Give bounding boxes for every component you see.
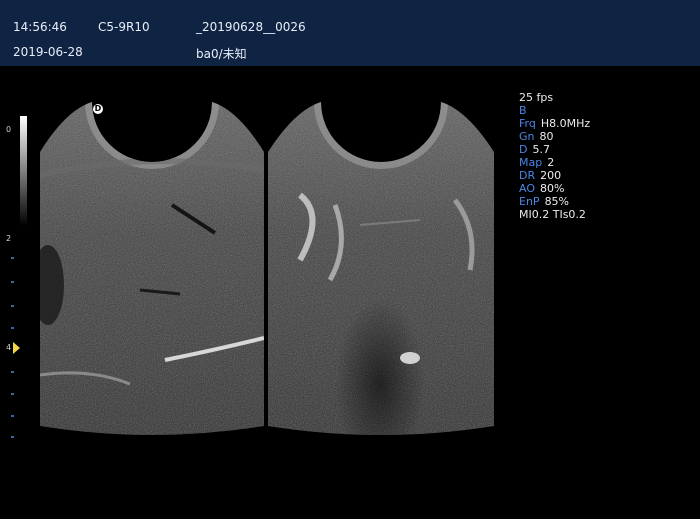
depth-label-0: 0	[6, 125, 12, 134]
depth-tick	[11, 257, 14, 259]
mi-ti-readout: MI0.2 TIs0.2	[519, 208, 586, 221]
focus-marker-icon[interactable]	[13, 342, 20, 354]
param-key: DR	[519, 169, 536, 182]
param-key: Map	[519, 156, 543, 169]
param-value: 85%	[544, 195, 570, 208]
param-frq: Frq H8.0MHz	[519, 117, 590, 130]
param-value: 2	[547, 156, 555, 169]
ultrasound-images	[40, 102, 494, 435]
param-value: 80%	[540, 182, 565, 195]
param-depth: D 5.7	[519, 143, 590, 156]
param-map: Map 2	[519, 156, 590, 169]
depth-tick	[11, 327, 14, 329]
param-value: 80	[539, 130, 554, 143]
param-value: 200	[540, 169, 562, 182]
depth-tick	[11, 305, 14, 307]
right-sector-image	[268, 102, 494, 435]
param-value: H8.0MHz	[540, 117, 591, 130]
param-gain: Gn 80	[519, 130, 590, 143]
param-dynamic-range: DR 200	[519, 169, 590, 182]
depth-label-2: 2	[6, 234, 12, 243]
depth-tick	[11, 371, 14, 373]
depth-tick	[11, 436, 14, 438]
param-key: AO	[519, 182, 535, 195]
param-ao: AO 80%	[519, 182, 590, 195]
param-key: Gn	[519, 130, 535, 143]
param-enp: EnP 85%	[519, 195, 590, 208]
grayscale-bar	[20, 116, 27, 226]
depth-tick	[11, 415, 14, 417]
orientation-marker: D	[93, 104, 103, 114]
left-sector-image	[40, 102, 264, 435]
mode-label: B	[519, 104, 527, 117]
depth-tick	[11, 393, 14, 395]
param-key: EnP	[519, 195, 540, 208]
depth-tick	[11, 281, 14, 283]
fps-readout: 25 fps	[519, 91, 554, 104]
param-value: 5.7	[532, 143, 550, 156]
depth-label-4: 4	[6, 343, 12, 352]
param-key: Frq	[519, 117, 536, 130]
imaging-parameters: 25 fps B Frq H8.0MHz Gn 80 D 5.7 Map 2 DR 200…	[519, 91, 590, 221]
param-key: D	[519, 143, 528, 156]
